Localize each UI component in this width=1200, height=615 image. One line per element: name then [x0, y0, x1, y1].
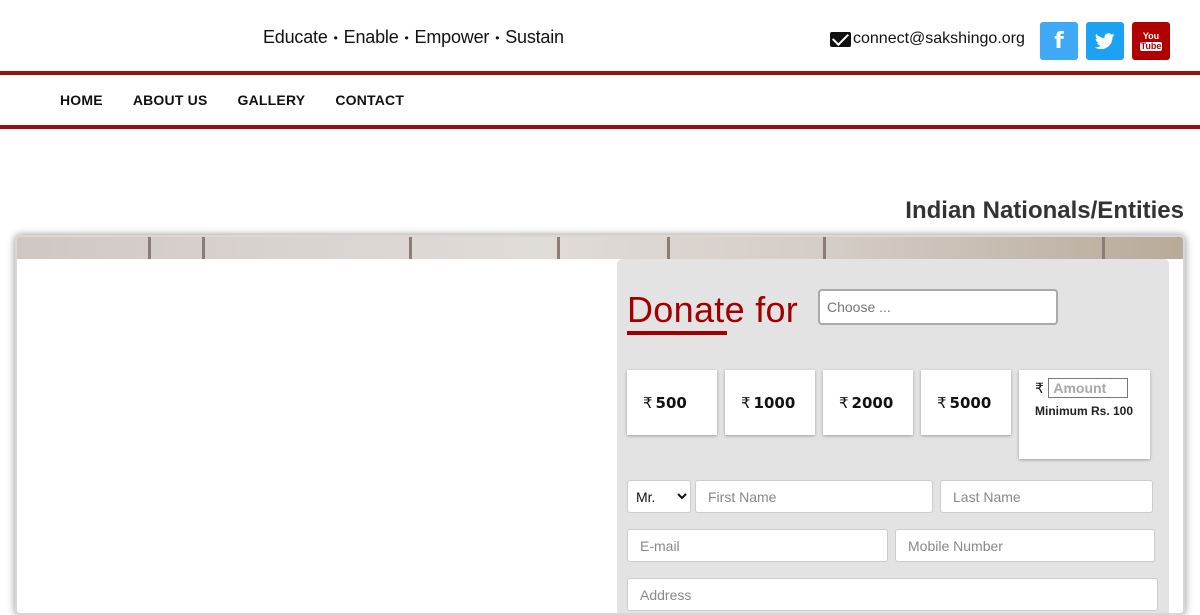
youtube-icon: You Tube	[1139, 30, 1163, 51]
nav-item-about-us[interactable]: ABOUT US	[133, 92, 208, 108]
donation-card: Donate for ₹ 500 ₹ 1000 ₹ 2000 ₹ 5000 ₹ …	[15, 235, 1185, 615]
tagline-separator: •	[495, 30, 500, 45]
banner-detail	[557, 237, 560, 259]
rupee-icon: ₹	[643, 393, 653, 412]
banner-detail	[1102, 237, 1105, 259]
envelope-icon	[830, 31, 851, 47]
first-name-input[interactable]	[695, 480, 933, 513]
amount-option-2000[interactable]: ₹ 2000	[823, 370, 913, 435]
banner-image	[17, 237, 1183, 259]
amount-value: 2000	[851, 393, 894, 412]
banner-detail	[667, 237, 670, 259]
tagline-word: Sustain	[505, 27, 564, 47]
rupee-icon: ₹	[839, 393, 849, 412]
facebook-button[interactable]: f	[1040, 22, 1078, 60]
banner-detail	[823, 237, 826, 259]
custom-amount-box: ₹ Minimum Rs. 100	[1019, 370, 1150, 459]
amount-option-500[interactable]: ₹ 500	[627, 370, 717, 435]
banner-detail	[202, 237, 205, 259]
main-nav: HOME ABOUT US GALLERY CONTACT	[0, 75, 1200, 125]
banner-detail	[148, 237, 151, 259]
nav-item-home[interactable]: HOME	[60, 92, 103, 108]
last-name-input[interactable]	[940, 480, 1153, 513]
youtube-button[interactable]: You Tube	[1132, 22, 1170, 60]
email-address: connect@sakshingo.org	[853, 30, 1025, 47]
tagline: Educate • Enable • Empower • Sustain	[263, 27, 564, 48]
mobile-number-input[interactable]	[895, 529, 1155, 562]
rupee-icon: ₹	[937, 393, 947, 412]
nav-divider	[0, 125, 1200, 129]
amount-value: 500	[655, 393, 687, 412]
facebook-icon: f	[1054, 28, 1064, 54]
section-title: Indian Nationals/Entities	[905, 197, 1184, 224]
tagline-separator: •	[404, 30, 409, 45]
tagline-word: Educate	[263, 27, 328, 47]
salutation-select[interactable]: Mr.	[627, 480, 691, 513]
top-header: Educate • Enable • Empower • Sustain con…	[0, 0, 1200, 72]
banner-detail	[409, 237, 412, 259]
tagline-separator: •	[333, 30, 338, 45]
tagline-word: Empower	[414, 27, 490, 47]
youtube-glyph-bottom: Tube	[1139, 40, 1163, 51]
rupee-icon: ₹	[1035, 381, 1044, 397]
amount-value: 1000	[753, 393, 796, 412]
rupee-icon: ₹	[741, 393, 751, 412]
donate-purpose-select[interactable]	[818, 289, 1058, 325]
amount-option-5000[interactable]: ₹ 5000	[921, 370, 1011, 435]
nav-item-contact[interactable]: CONTACT	[335, 92, 404, 108]
amount-option-1000[interactable]: ₹ 1000	[725, 370, 815, 435]
email-input[interactable]	[627, 529, 888, 562]
custom-amount-input[interactable]	[1048, 378, 1129, 398]
twitter-button[interactable]	[1086, 22, 1124, 60]
youtube-glyph-top: You	[1142, 30, 1160, 41]
nav-item-gallery[interactable]: GALLERY	[238, 92, 306, 108]
address-input[interactable]	[627, 578, 1158, 611]
donate-title: Donate for	[627, 289, 799, 330]
donate-form-panel: Donate for ₹ 500 ₹ 1000 ₹ 2000 ₹ 5000 ₹ …	[617, 259, 1169, 613]
minimum-amount-note: Minimum Rs. 100	[1035, 404, 1134, 418]
donate-title-underline	[627, 331, 727, 335]
twitter-icon	[1095, 32, 1115, 49]
tagline-word: Enable	[343, 27, 399, 47]
email-link[interactable]: connect@sakshingo.org	[830, 30, 1025, 48]
amount-value: 5000	[949, 393, 992, 412]
